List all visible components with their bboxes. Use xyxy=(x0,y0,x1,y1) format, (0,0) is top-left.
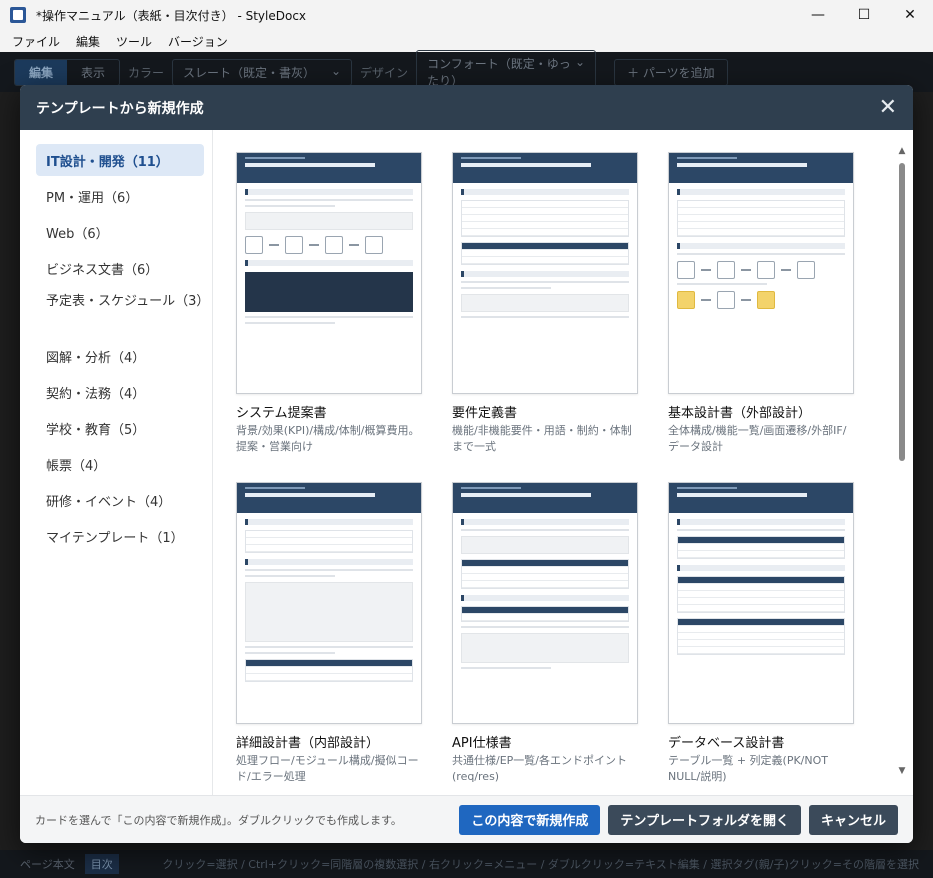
template-thumbnail xyxy=(236,482,422,724)
chevron-down-icon: ⌄ xyxy=(575,55,586,69)
menu-edit[interactable]: 編集 xyxy=(68,33,108,50)
template-card-system-proposal[interactable]: システム提案書 背景/効果(KPI)/構成/体制/概算費用。提案・営業向け xyxy=(236,152,422,482)
template-card-requirements[interactable]: 要件定義書 機能/非機能要件・用語・制約・体制まで一式 xyxy=(452,152,638,482)
template-card-basic-design[interactable]: 基本設計書（外部設計） 全体構成/機能一覧/画面遷移/外部IF/データ設計 xyxy=(668,152,854,482)
maximize-button[interactable]: ☐ xyxy=(841,0,887,30)
template-name: API仕様書 xyxy=(452,736,512,751)
footer-buttons: この内容で新規作成 テンプレートフォルダを開く キャンセル xyxy=(459,804,898,835)
cancel-button[interactable]: キャンセル xyxy=(808,804,898,835)
menu-version[interactable]: バージョン xyxy=(160,33,236,50)
template-grid: システム提案書 背景/効果(KPI)/構成/体制/概算費用。提案・営業向け 要件… xyxy=(236,152,854,795)
category-schedule[interactable]: 予定表・スケジュール（3） xyxy=(36,288,209,336)
template-name: 要件定義書 xyxy=(452,406,518,421)
close-window-button[interactable]: ✕ xyxy=(887,0,933,30)
template-thumbnail xyxy=(668,482,854,724)
statusbar-tab-body[interactable]: ページ本文 xyxy=(14,854,81,874)
chevron-down-icon: ⌄ xyxy=(330,63,342,78)
scroll-down-icon[interactable]: ▼ xyxy=(897,766,907,776)
design-label: デザイン xyxy=(360,65,409,80)
category-legal[interactable]: 契約・法務（4） xyxy=(36,376,204,408)
template-thumbnail xyxy=(452,152,638,394)
template-description: 全体構成/機能一覧/画面遷移/外部IF/データ設計 xyxy=(668,424,847,453)
color-label: カラー xyxy=(128,65,165,80)
minimize-button[interactable]: — xyxy=(795,0,841,30)
template-thumbnail xyxy=(236,152,422,394)
menu-file[interactable]: ファイル xyxy=(4,33,68,50)
template-grid-area: システム提案書 背景/効果(KPI)/構成/体制/概算費用。提案・営業向け 要件… xyxy=(213,130,913,795)
status-bar: ページ本文 目次 クリック=選択 / Ctrl+クリック=同階層の複数選択 / … xyxy=(0,850,933,878)
close-icon[interactable]: ✕ xyxy=(879,96,897,119)
scroll-up-icon[interactable]: ▲ xyxy=(897,146,907,156)
category-training[interactable]: 研修・イベント（4） xyxy=(36,484,204,516)
color-select[interactable]: スレート（既定・書灰） ⌄ xyxy=(172,58,353,86)
template-description: テーブル一覧 + 列定義(PK/NOT NULL/説明) xyxy=(668,754,828,783)
dialog-footer: カードを選んで「この内容で新規作成」。ダブルクリックでも作成します。 この内容で… xyxy=(20,795,913,843)
mode-view-tab[interactable]: 表示 xyxy=(67,60,119,85)
open-template-folder-button[interactable]: テンプレートフォルダを開く xyxy=(608,804,801,835)
template-name: 詳細設計書（内部設計） xyxy=(236,736,380,751)
template-name: データベース設計書 xyxy=(668,736,785,751)
mode-toggle: 編集 表示 xyxy=(14,58,121,86)
category-web[interactable]: Web（6） xyxy=(36,216,204,248)
template-description: 共通仕様/EP一覧/各エンドポイント(req/res) xyxy=(452,754,627,783)
dialog-title: テンプレートから新規作成 xyxy=(36,100,204,117)
template-card-detailed-design[interactable]: 詳細設計書（内部設計） 処理フロー/モジュール構成/擬似コード/エラー処理 xyxy=(236,482,422,795)
category-it-dev[interactable]: IT設計・開発（11） xyxy=(36,144,204,176)
statusbar-tab-toc[interactable]: 目次 xyxy=(84,854,119,874)
menu-tools[interactable]: ツール xyxy=(108,33,160,50)
template-name: システム提案書 xyxy=(236,406,327,421)
add-parts-button[interactable]: ＋ パーツを追加 xyxy=(614,58,728,86)
template-description: 背景/効果(KPI)/構成/体制/概算費用。提案・営業向け xyxy=(236,424,420,453)
statusbar-hint: クリック=選択 / Ctrl+クリック=同階層の複数選択 / 右クリック=メニュ… xyxy=(162,858,919,871)
category-pm-ops[interactable]: PM・運用（6） xyxy=(36,180,204,212)
template-thumbnail xyxy=(668,152,854,394)
category-my-templates[interactable]: マイテンプレート（1） xyxy=(36,520,204,552)
menu-bar: ファイル 編集 ツール バージョン xyxy=(0,30,933,52)
window-title: *操作マニュアル（表紙・目次付き） - StyleDocx xyxy=(36,8,307,23)
color-select-value: スレート（既定・書灰） xyxy=(183,65,316,80)
template-thumbnail xyxy=(452,482,638,724)
create-button[interactable]: この内容で新規作成 xyxy=(459,804,601,835)
category-diagram[interactable]: 図解・分析（4） xyxy=(36,340,204,372)
scrollbar-thumb[interactable] xyxy=(899,163,905,461)
mode-edit-tab[interactable]: 編集 xyxy=(15,59,68,85)
template-name: 基本設計書（外部設計） xyxy=(668,406,812,421)
template-scrollbar[interactable]: ▲ ▼ xyxy=(897,130,907,795)
template-card-database-design[interactable]: データベース設計書 テーブル一覧 + 列定義(PK/NOT NULL/説明) xyxy=(668,482,854,795)
category-education[interactable]: 学校・教育（5） xyxy=(36,412,204,444)
design-select-value: コンフォート（既定・ゆったり） xyxy=(427,57,571,88)
window-controls: — ☐ ✕ xyxy=(795,0,933,30)
category-list: IT設計・開発（11） PM・運用（6） Web（6） ビジネス文書（6） 予定… xyxy=(20,130,213,795)
title-bar: *操作マニュアル（表紙・目次付き） - StyleDocx — ☐ ✕ xyxy=(0,0,933,30)
category-forms[interactable]: 帳票（4） xyxy=(36,448,204,480)
footer-hint: カードを選んで「この内容で新規作成」。ダブルクリックでも作成します。 xyxy=(35,813,402,827)
template-card-api-spec[interactable]: API仕様書 共通仕様/EP一覧/各エンドポイント(req/res) xyxy=(452,482,638,795)
dialog-content: IT設計・開発（11） PM・運用（6） Web（6） ビジネス文書（6） 予定… xyxy=(20,130,913,795)
category-business[interactable]: ビジネス文書（6） xyxy=(36,252,204,284)
template-description: 処理フロー/モジュール構成/擬似コード/エラー処理 xyxy=(236,754,419,783)
template-description: 機能/非機能要件・用語・制約・体制まで一式 xyxy=(452,424,632,453)
app-icon xyxy=(10,7,26,23)
new-from-template-dialog: テンプレートから新規作成 ✕ IT設計・開発（11） PM・運用（6） Web（… xyxy=(20,85,913,843)
dialog-header: テンプレートから新規作成 ✕ xyxy=(20,85,913,130)
